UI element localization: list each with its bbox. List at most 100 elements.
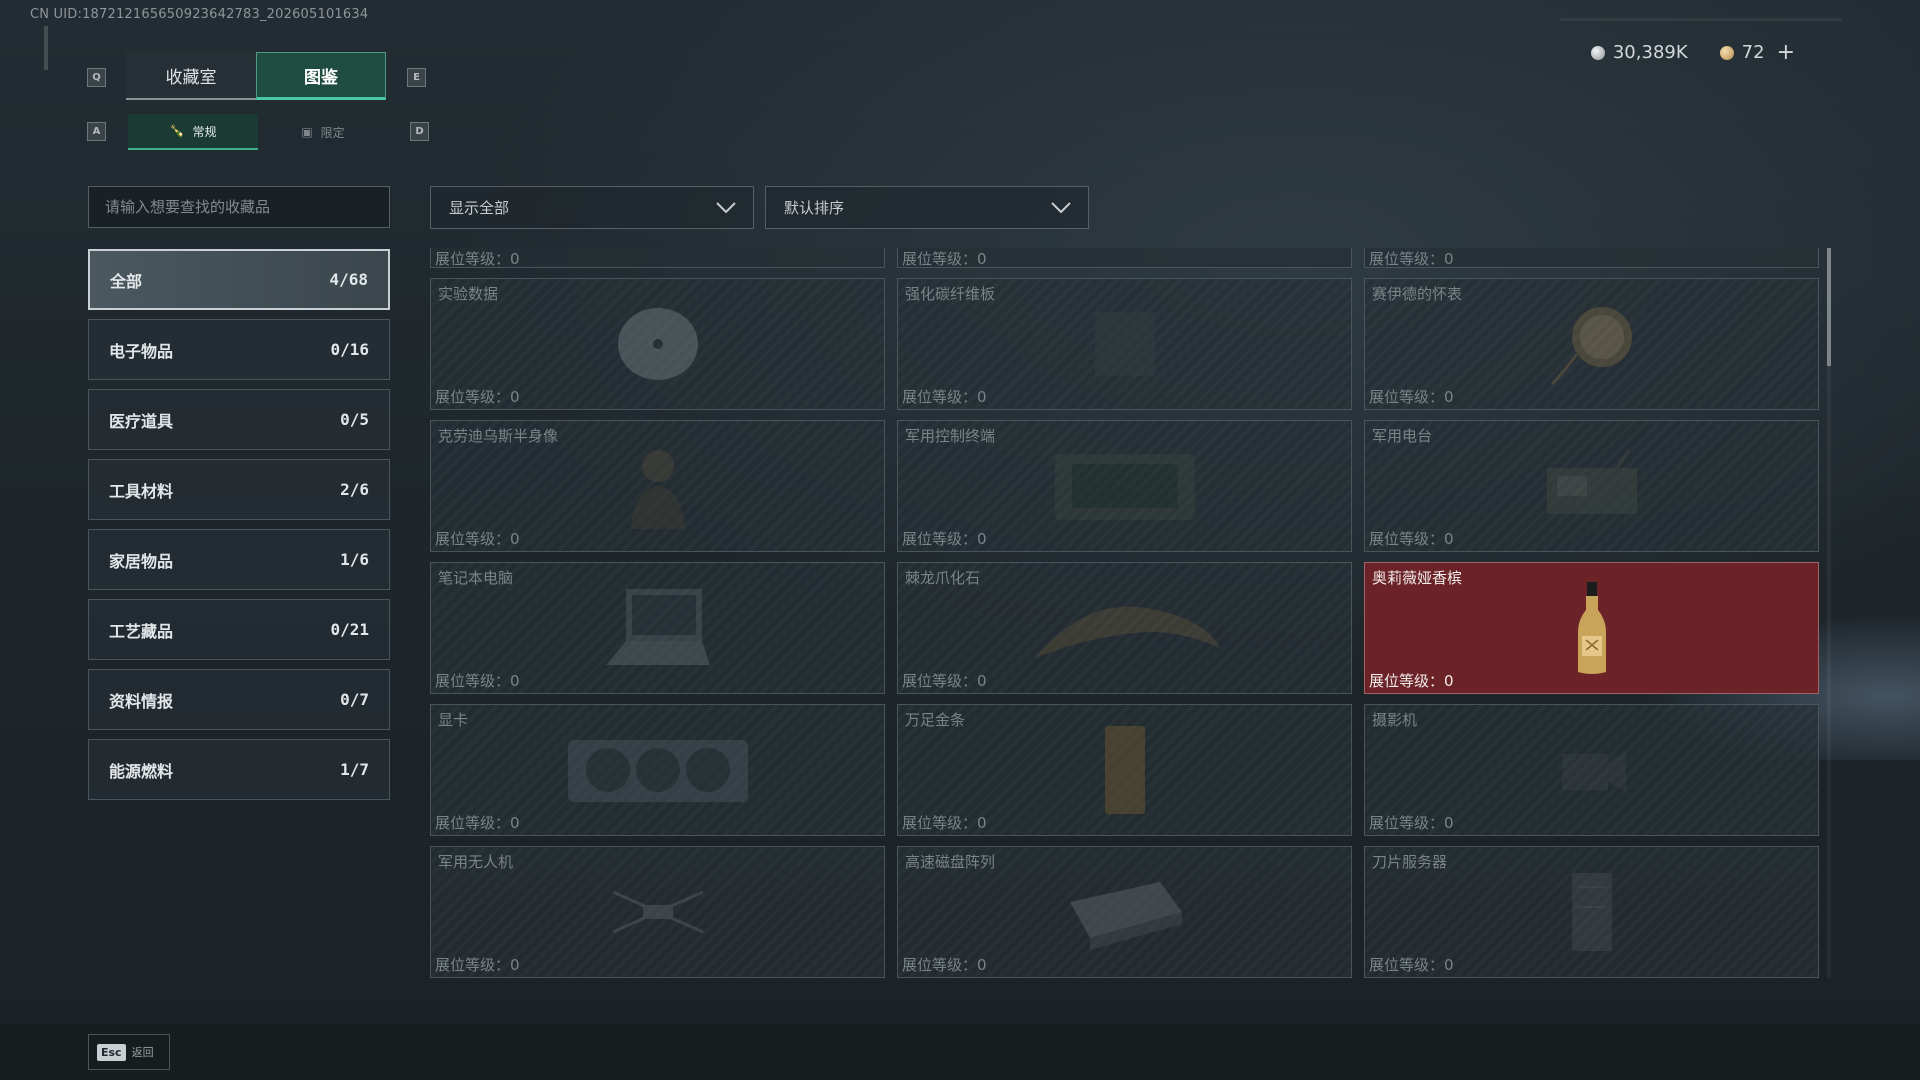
category-intel[interactable]: 资料情报 0/7: [88, 669, 390, 730]
category-all[interactable]: 全部 4/68: [88, 249, 390, 310]
esc-key-hint: Esc: [97, 1043, 126, 1061]
champagne-bottle-icon: [1577, 582, 1606, 674]
drone-icon: [611, 890, 704, 934]
silver-coin-icon: [1590, 45, 1605, 60]
grid-scrollbar[interactable]: [1827, 248, 1831, 978]
item-name: 实验数据: [438, 285, 499, 303]
search-input[interactable]: [88, 186, 390, 228]
sub-tabs: 🍾 常规 ▣ 限定: [128, 114, 388, 150]
item-card[interactable]: 赛伊德的怀表 展位等级：0: [1364, 278, 1819, 410]
item-name: 万足金条: [905, 711, 966, 729]
sort-dropdown[interactable]: 默认排序: [765, 186, 1089, 229]
item-name: 军用控制终端: [905, 427, 996, 445]
item-card[interactable]: 笔记本电脑 展位等级：0: [430, 562, 885, 694]
category-label: 资料情报: [109, 691, 174, 711]
category-count: 1/6: [340, 550, 369, 569]
category-medical[interactable]: 医疗道具 0/5: [88, 389, 390, 450]
level-label: 展位等级：0: [902, 814, 987, 832]
level-label: 展位等级：0: [435, 814, 520, 832]
scrollbar-thumb[interactable]: [1827, 248, 1831, 366]
subtab-limited[interactable]: ▣ 限定: [258, 114, 388, 150]
gold-amount: 72: [1741, 42, 1765, 63]
bust-icon: [630, 450, 685, 529]
item-name: 军用无人机: [438, 853, 514, 871]
disk-array-icon: [1069, 882, 1182, 950]
key-hint-e[interactable]: E: [407, 68, 426, 87]
category-label: 家居物品: [109, 551, 174, 571]
tab-catalog[interactable]: 图鉴: [256, 52, 386, 100]
key-hint-d[interactable]: D: [410, 122, 429, 141]
partial-item-card[interactable]: 展位等级：0: [1364, 248, 1819, 268]
graphics-card-icon: [567, 740, 748, 802]
category-count: 0/16: [330, 340, 369, 359]
item-name: 高速磁盘阵列: [905, 853, 996, 871]
filter-selected: 显示全部: [449, 199, 510, 217]
item-card[interactable]: 军用电台 展位等级：0: [1364, 420, 1819, 552]
level-label: 展位等级：0: [1369, 250, 1454, 268]
image-icon: ▣: [301, 125, 313, 139]
key-hint-q[interactable]: Q: [87, 68, 106, 87]
item-name: 赛伊德的怀表: [1372, 285, 1463, 303]
category-label: 能源燃料: [109, 761, 174, 781]
partial-item-card[interactable]: 展位等级：0: [430, 248, 885, 268]
back-label: 返回: [131, 1046, 154, 1059]
item-name: 刀片服务器: [1372, 853, 1448, 871]
radio-icon: [1546, 449, 1637, 514]
level-label: 展位等级：0: [1369, 388, 1454, 406]
item-card[interactable]: 军用无人机 展位等级：0: [430, 846, 885, 978]
subtab-regular[interactable]: 🍾 常规: [128, 114, 258, 150]
item-card[interactable]: 摄影机 展位等级：0: [1364, 704, 1819, 836]
item-card[interactable]: 强化碳纤维板 展位等级：0: [897, 278, 1352, 410]
bottle-icon: 🍾: [169, 124, 185, 138]
key-hint-a[interactable]: A: [87, 122, 106, 141]
item-card[interactable]: 高速磁盘阵列 展位等级：0: [897, 846, 1352, 978]
collection-grid: 展位等级：0 展位等级：0 展位等级：0 实验数据 展位等级：0 强化碳纤维板 …: [430, 248, 1820, 978]
top-decor-line: [1560, 18, 1842, 21]
item-card[interactable]: 刀片服务器 展位等级：0: [1364, 846, 1819, 978]
item-card[interactable]: 军用控制终端 展位等级：0: [897, 420, 1352, 552]
silver-amount: 30,389K: [1612, 42, 1688, 63]
partial-item-card[interactable]: 展位等级：0: [897, 248, 1352, 268]
category-count: 0/7: [340, 690, 369, 709]
level-label: 展位等级：0: [902, 956, 987, 974]
item-name: 棘龙爪化石: [905, 569, 981, 587]
back-button[interactable]: Esc 返回: [88, 1034, 170, 1070]
level-label: 展位等级：0: [1369, 814, 1454, 832]
item-name: 克劳迪乌斯半身像: [438, 427, 559, 445]
item-card[interactable]: 棘龙爪化石 展位等级：0: [897, 562, 1352, 694]
item-card[interactable]: 实验数据 展位等级：0: [430, 278, 885, 410]
category-count: 2/6: [340, 480, 369, 499]
pocket-watch-icon: [1550, 307, 1632, 386]
item-name: 强化碳纤维板: [905, 285, 996, 303]
level-label: 展位等级：0: [1369, 956, 1454, 974]
category-count: 0/21: [330, 620, 369, 639]
tab-collection-room[interactable]: 收藏室: [126, 52, 256, 100]
category-label: 电子物品: [109, 341, 174, 361]
subtab-limited-label: 限定: [320, 125, 345, 140]
category-electronics[interactable]: 电子物品 0/16: [88, 319, 390, 380]
filter-dropdown[interactable]: 显示全部: [430, 186, 754, 229]
chevron-down-icon: [1051, 201, 1071, 213]
item-card[interactable]: 克劳迪乌斯半身像 展位等级：0: [430, 420, 885, 552]
level-label: 展位等级：0: [902, 530, 987, 548]
category-energy[interactable]: 能源燃料 1/7: [88, 739, 390, 800]
item-name: 显卡: [438, 711, 469, 729]
category-household[interactable]: 家居物品 1/6: [88, 529, 390, 590]
sort-selected: 默认排序: [784, 199, 845, 217]
category-crafts[interactable]: 工艺藏品 0/21: [88, 599, 390, 660]
item-card-unlocked[interactable]: 奥莉薇娅香槟 展位等级：0: [1364, 562, 1819, 694]
terminal-icon: [1054, 454, 1195, 520]
fossil-claw-icon: [1034, 606, 1220, 658]
item-name: 笔记本电脑: [438, 569, 514, 587]
level-label: 展位等级：0: [1369, 530, 1454, 548]
level-label: 展位等级：0: [902, 250, 987, 268]
item-card[interactable]: 显卡 展位等级：0: [430, 704, 885, 836]
laptop-icon: [605, 589, 710, 665]
add-currency-button[interactable]: +: [1777, 40, 1795, 65]
item-card[interactable]: 万足金条 展位等级：0: [897, 704, 1352, 836]
uid-side-bar: [44, 26, 48, 70]
category-label: 工艺藏品: [109, 621, 174, 641]
category-count: 0/5: [340, 410, 369, 429]
chevron-down-icon: [716, 201, 736, 213]
category-tools[interactable]: 工具材料 2/6: [88, 459, 390, 520]
